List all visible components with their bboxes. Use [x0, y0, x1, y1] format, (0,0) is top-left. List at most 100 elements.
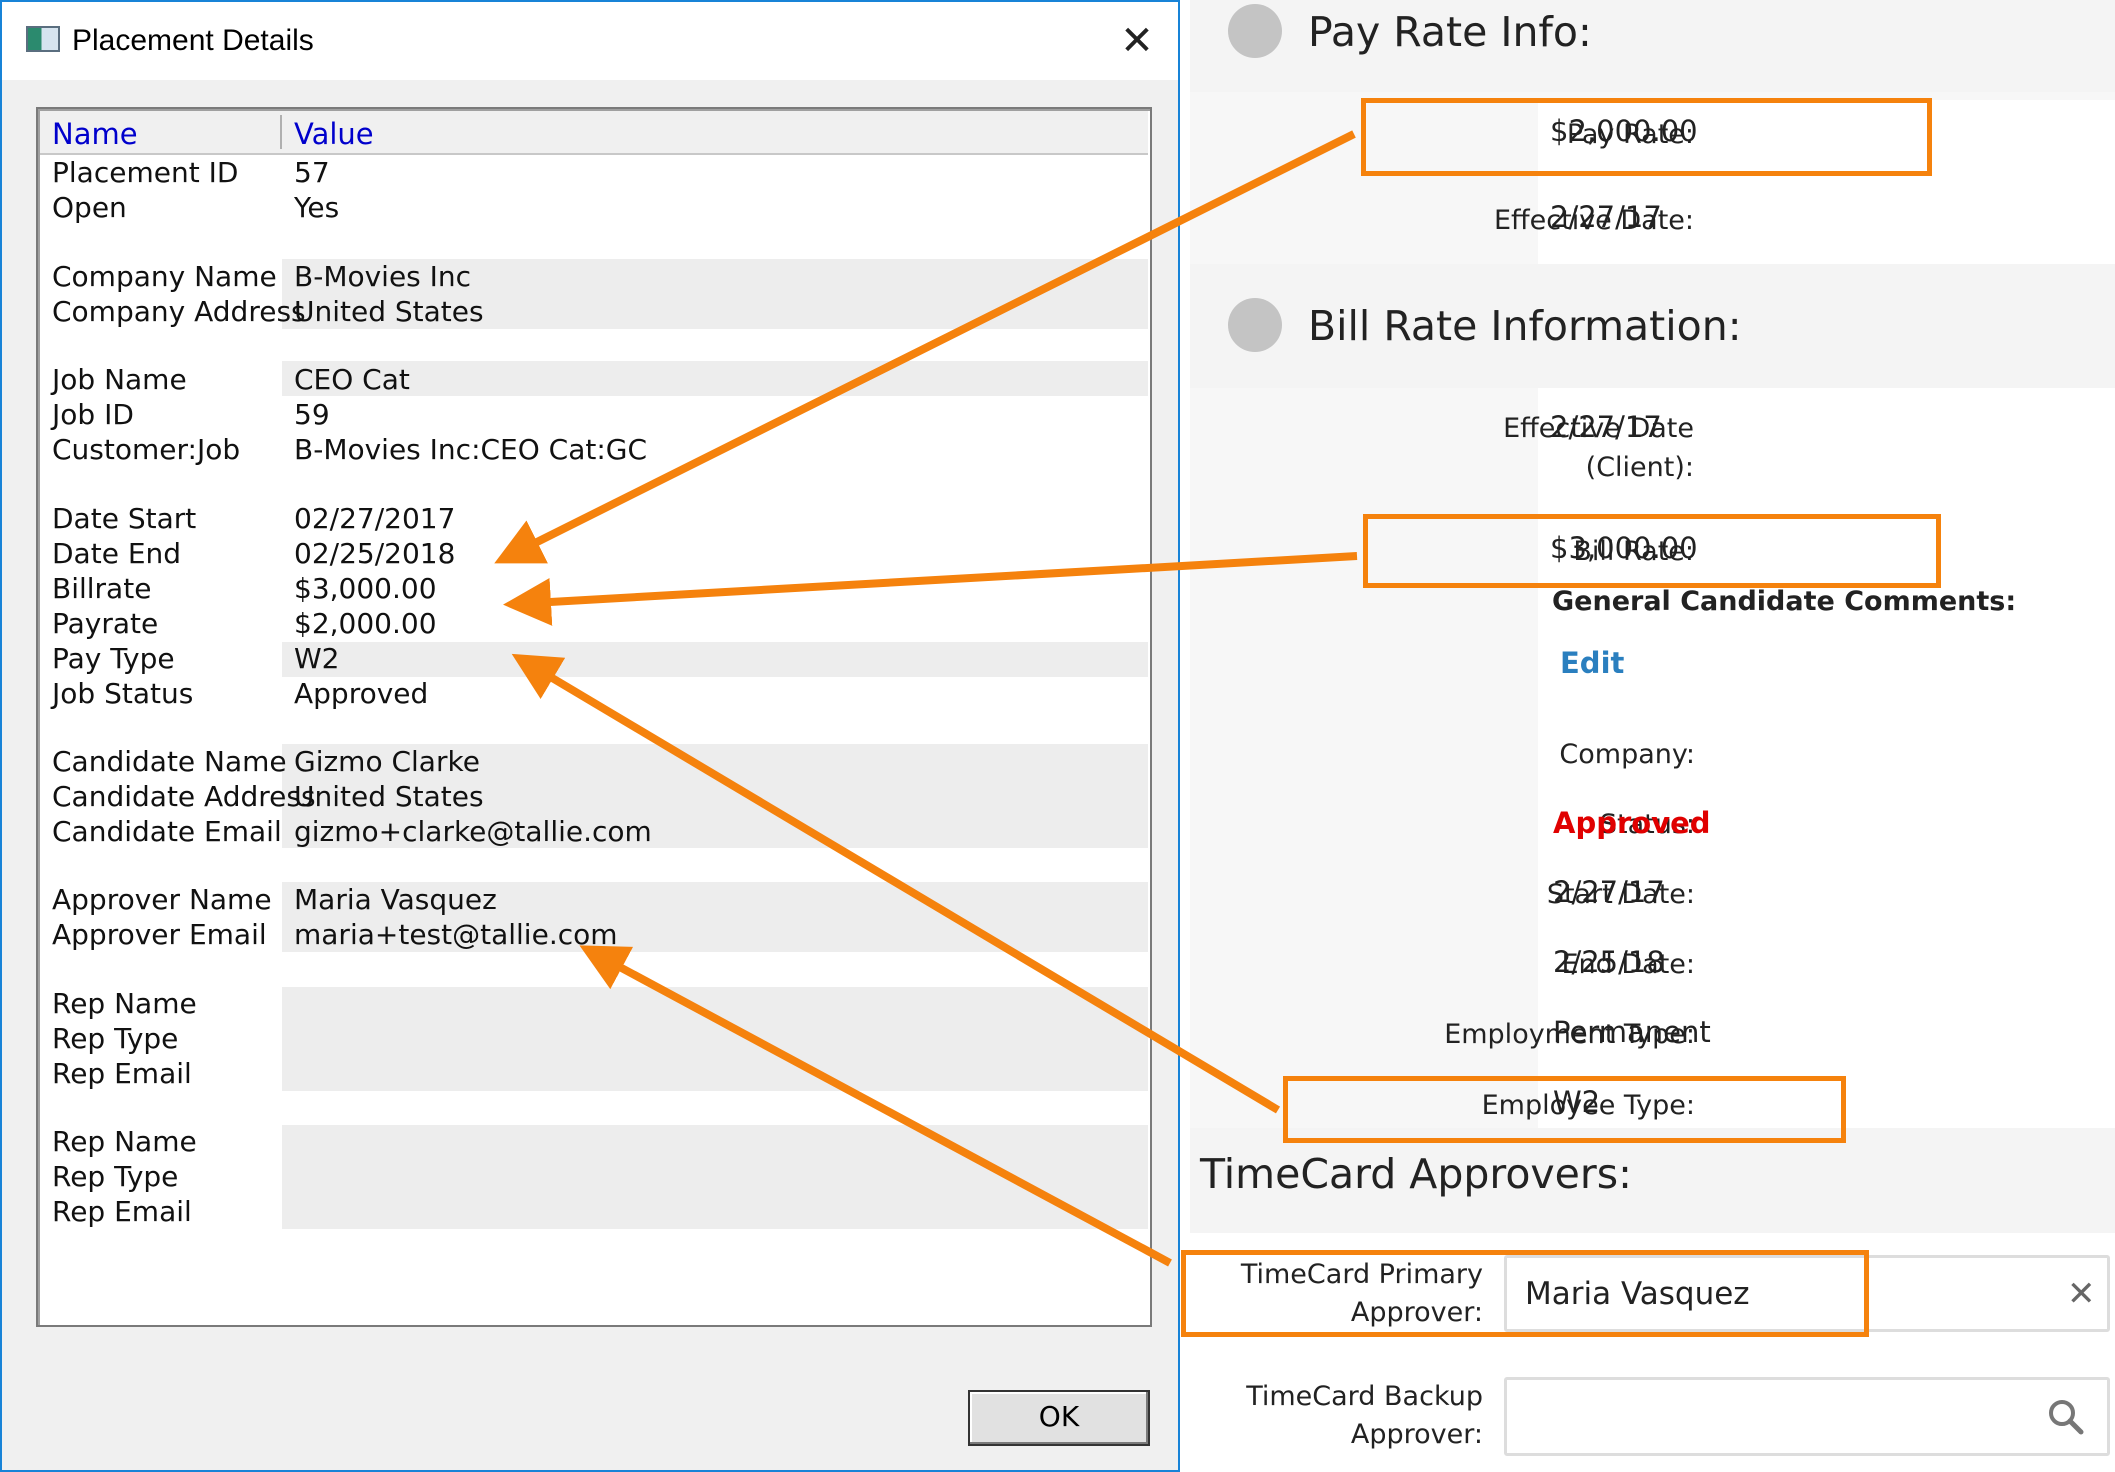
row-name: Job Name [52, 363, 187, 396]
row-name: Rep Type [52, 1022, 179, 1055]
list-row[interactable]: Job Name CEO Cat [40, 362, 1148, 397]
backup-approver-field[interactable] [1504, 1377, 2110, 1456]
row-value: Maria Vasquez [294, 883, 497, 916]
bill-rate-highlight-box [1363, 514, 1941, 588]
row-name: Rep Email [52, 1057, 192, 1090]
list-row[interactable]: Billrate $3,000.00 [40, 571, 1148, 606]
row-name: Payrate [52, 607, 159, 640]
bill-effective-date-value: 2/27/17 [1550, 410, 1662, 444]
timecard-approvers-title: TimeCard Approvers: [1200, 1150, 1632, 1198]
backup-approver-label-line1: TimeCard Backup [1246, 1381, 1483, 1412]
list-row[interactable]: Rep Name [40, 986, 1148, 1021]
row-name: Candidate Name [52, 745, 287, 778]
list-row[interactable]: Candidate Email gizmo+clarke@tallie.com [40, 814, 1148, 849]
list-row[interactable]: Rep Type [40, 1159, 1148, 1194]
row-name: Candidate Address [52, 780, 316, 813]
list-row[interactable]: Rep Email [40, 1194, 1148, 1229]
row-name: Rep Name [52, 987, 197, 1020]
list-row[interactable]: Date Start 02/27/2017 [40, 501, 1148, 536]
list-row[interactable]: Company Address United States [40, 294, 1148, 329]
end-date-value: 2/25/18 [1553, 945, 1665, 979]
clear-icon[interactable]: ✕ [2067, 1274, 2096, 1314]
employee-type-highlight-box [1283, 1076, 1846, 1143]
employment-type-value: Permanent [1553, 1015, 1711, 1049]
list-row[interactable]: Job Status Approved [40, 676, 1148, 711]
list-row[interactable]: Approver Name Maria Vasquez [40, 882, 1148, 917]
row-value: Yes [294, 191, 340, 224]
ok-button[interactable]: OK [968, 1390, 1150, 1446]
placement-details-list[interactable]: Name Value Placement ID 57 Open Yes Compan… [36, 107, 1152, 1327]
row-value: Gizmo Clarke [294, 745, 480, 778]
row-value: B-Movies Inc [294, 260, 472, 293]
app-window-icon [26, 26, 60, 52]
row-value: United States [294, 780, 484, 813]
dialog-titlebar[interactable]: Placement Details ✕ [2, 2, 1178, 80]
primary-approver-highlight-box [1181, 1250, 1869, 1337]
list-row[interactable]: Rep Type [40, 1021, 1148, 1056]
list-row[interactable]: Company Name B-Movies Inc [40, 259, 1148, 294]
list-row[interactable]: Payrate $2,000.00 [40, 606, 1148, 641]
list-row[interactable]: Rep Name [40, 1124, 1148, 1159]
row-name: Job ID [52, 398, 134, 431]
row-name: Date Start [52, 502, 197, 535]
row-name: Approver Name [52, 883, 272, 916]
row-value: United States [294, 295, 484, 328]
list-row[interactable]: Candidate Address United States [40, 779, 1148, 814]
row-value: CEO Cat [294, 363, 410, 396]
row-name: Pay Type [52, 642, 175, 675]
row-value: 59 [294, 398, 330, 431]
bill-rate-info-title: Bill Rate Information: [1308, 302, 1742, 350]
row-name: Company Name [52, 260, 277, 293]
row-name: Rep Name [52, 1125, 197, 1158]
row-name: Company Address [52, 295, 306, 328]
row-name: Rep Type [52, 1160, 179, 1193]
pay-effective-date-value: 2/27/17 [1550, 200, 1662, 234]
row-name: Placement ID [52, 156, 239, 189]
edit-comments-link[interactable]: Edit [1560, 646, 1624, 680]
row-name: Customer:Job [52, 433, 241, 466]
row-name: Billrate [52, 572, 152, 605]
row-value: maria+test@tallie.com [294, 918, 618, 951]
bill-effective-date-label-line2: (Client): [1585, 452, 1694, 483]
section-bullet-icon [1228, 4, 1282, 58]
column-header-value[interactable]: Value [294, 117, 374, 151]
column-header-name[interactable]: Name [52, 117, 138, 151]
row-name: Approver Email [52, 918, 267, 951]
row-name: Candidate Email [52, 815, 282, 848]
close-icon[interactable]: ✕ [1112, 16, 1162, 66]
row-value: $2,000.00 [294, 607, 437, 640]
search-icon[interactable] [2047, 1398, 2085, 1436]
row-name: Rep Email [52, 1195, 192, 1228]
list-row[interactable]: Approver Email maria+test@tallie.com [40, 917, 1148, 952]
section-bullet-icon [1228, 298, 1282, 352]
status-value: Approved [1553, 806, 1711, 840]
row-value: $3,000.00 [294, 572, 437, 605]
row-value: 02/27/2017 [294, 502, 456, 535]
row-value: W2 [294, 642, 340, 675]
row-name: Date End [52, 537, 182, 570]
list-row[interactable]: Customer:Job B-Movies Inc:CEO Cat:GC [40, 432, 1148, 467]
list-row[interactable]: Placement ID 57 [40, 155, 1148, 190]
row-value: Approved [294, 677, 429, 710]
pay-rate-highlight-box [1361, 98, 1932, 176]
row-name: Open [52, 191, 127, 224]
row-name: Job Status [52, 677, 194, 710]
list-row[interactable]: Date End 02/25/2018 [40, 536, 1148, 571]
dialog-title: Placement Details [72, 24, 314, 57]
row-value: B-Movies Inc:CEO Cat:GC [294, 433, 648, 466]
backup-approver-label-line2: Approver: [1350, 1419, 1483, 1450]
list-row[interactable]: Rep Email [40, 1056, 1148, 1091]
list-row[interactable]: Pay Type W2 [40, 641, 1148, 676]
list-row[interactable]: Candidate Name Gizmo Clarke [40, 744, 1148, 779]
start-date-value: 2/27/17 [1553, 875, 1665, 909]
row-value: 02/25/2018 [294, 537, 456, 570]
placement-details-dialog: Placement Details ✕ Name Value Placement… [0, 0, 1180, 1472]
list-row[interactable]: Open Yes [40, 190, 1148, 225]
list-row[interactable]: Job ID 59 [40, 397, 1148, 432]
row-value: gizmo+clarke@tallie.com [294, 815, 652, 848]
list-header: Name Value [40, 111, 1148, 155]
pay-rate-info-title: Pay Rate Info: [1308, 8, 1592, 56]
column-divider[interactable] [280, 115, 282, 149]
company-label: Company: [1559, 739, 1695, 770]
general-comments-label: General Candidate Comments: [1552, 586, 2017, 617]
